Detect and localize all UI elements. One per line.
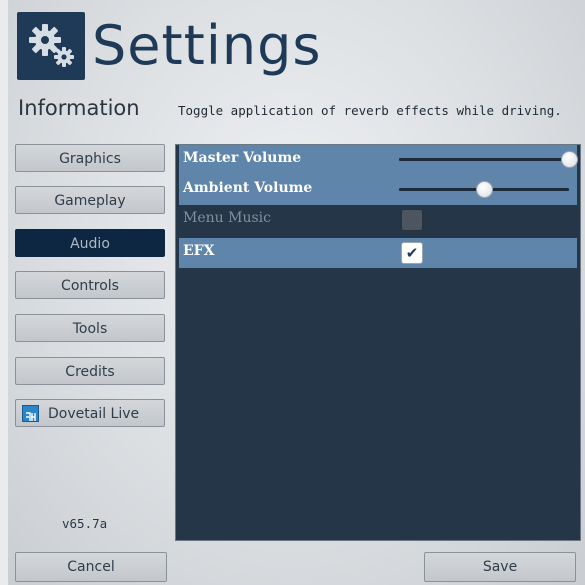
ambient-volume-row: Ambient Volume xyxy=(179,175,577,205)
master-volume-slider[interactable] xyxy=(399,151,578,168)
master-volume-thumb[interactable] xyxy=(561,151,578,168)
checkmark-icon: ✔ xyxy=(405,244,419,262)
save-button[interactable]: Save xyxy=(424,552,576,582)
menu-music-row: Menu Music xyxy=(179,205,577,235)
sidebar-item-controls[interactable]: Controls xyxy=(15,271,165,299)
page-title: Settings xyxy=(92,14,322,77)
efx-label: EFX xyxy=(183,243,215,259)
menu-music-label: Menu Music xyxy=(183,210,271,226)
sidebar-item-gameplay[interactable]: Gameplay xyxy=(15,186,165,214)
master-volume-row: Master Volume xyxy=(179,145,578,175)
info-description: Toggle application of reverb effects whi… xyxy=(178,103,562,118)
info-heading: Information xyxy=(18,96,140,120)
efx-row: EFX ✔ xyxy=(179,238,577,268)
ambient-volume-slider[interactable] xyxy=(399,181,569,198)
version-label: v65.7a xyxy=(62,516,108,531)
sidebar-item-dovetail-live[interactable]: Dovetail Live xyxy=(15,399,165,427)
master-volume-label: Master Volume xyxy=(183,150,302,166)
cancel-button[interactable]: Cancel xyxy=(15,552,167,582)
sidebar-item-credits[interactable]: Credits xyxy=(15,357,165,385)
ambient-volume-label: Ambient Volume xyxy=(183,180,313,196)
sidebar-item-graphics[interactable]: Graphics xyxy=(15,144,165,172)
menu-music-checkbox[interactable] xyxy=(401,209,423,231)
audio-settings-panel: Master Volume Ambient Volume Menu Music … xyxy=(175,144,581,541)
gears-icon xyxy=(17,12,85,80)
sidebar-item-tools[interactable]: Tools xyxy=(15,314,165,342)
dovetail-live-icon xyxy=(22,405,39,422)
ambient-volume-thumb[interactable] xyxy=(476,181,493,198)
window-edge xyxy=(0,0,8,585)
efx-checkbox[interactable]: ✔ xyxy=(401,242,423,264)
sidebar-item-audio[interactable]: Audio xyxy=(15,229,165,257)
sidebar-item-label: Dovetail Live xyxy=(48,406,140,422)
